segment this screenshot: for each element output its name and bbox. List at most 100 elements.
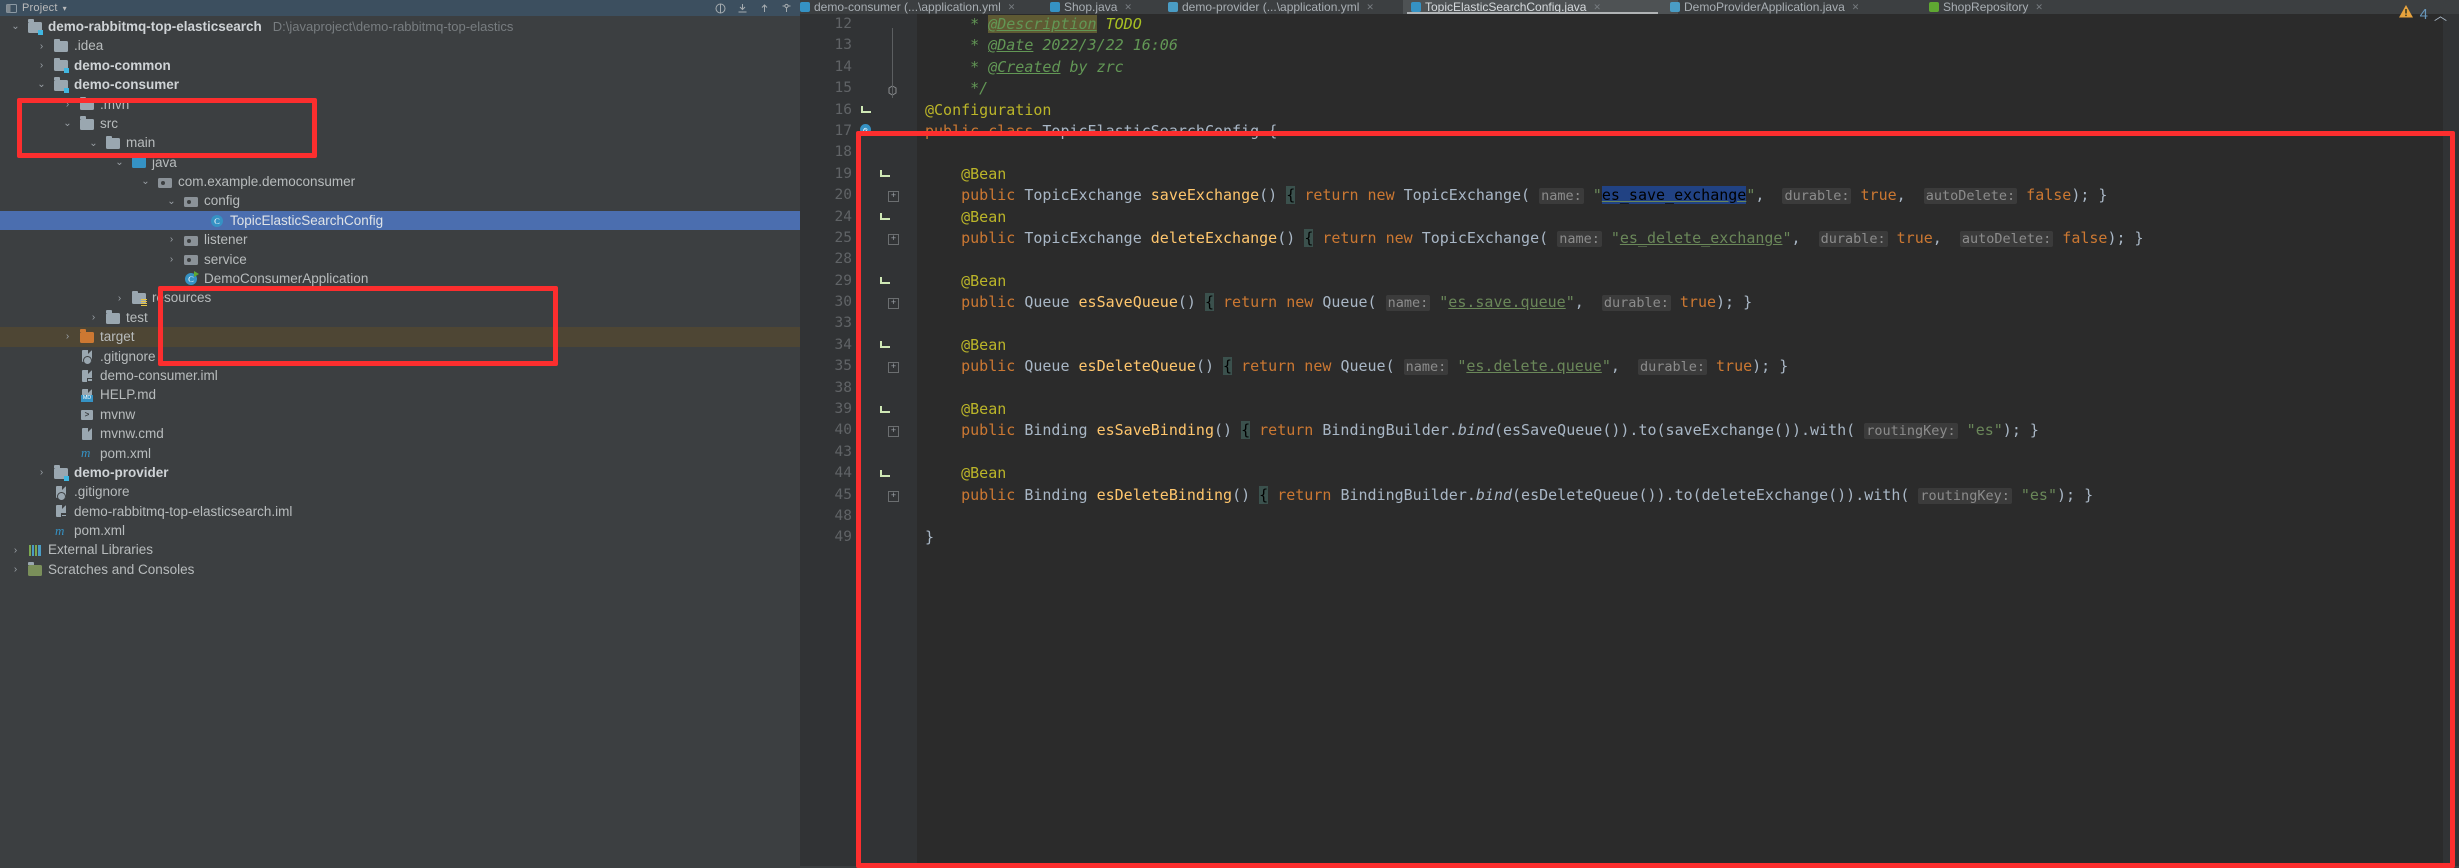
gutter-icons[interactable] [858,337,893,353]
tree-item--gitignore[interactable]: ›.gitignore [0,347,800,366]
code-line[interactable] [917,442,2459,463]
editor-tab-0[interactable]: demo-consumer (...\application.yml ✕ [800,0,1058,14]
gutter-row[interactable]: 28 [800,249,917,270]
tree-item-main[interactable]: ⌄ main [0,133,800,152]
tree-item-demo-provider[interactable]: › demo-provider [0,463,800,482]
code-line[interactable]: @Bean [917,399,2459,420]
project-tree[interactable]: ⌄ demo-rabbitmq-top-elasticsearch D:\javap… [0,17,800,579]
editor-tab-bar[interactable]: demo-consumer (...\application.yml ✕ Shop.… [800,0,2459,14]
collapse-all-icon[interactable] [715,3,726,14]
gutter-row[interactable]: 25 + [800,228,917,249]
chevron-right-icon[interactable]: › [10,564,21,575]
close-icon[interactable]: ✕ [1593,2,1601,13]
chevron-down-icon[interactable]: ⌄ [166,196,177,207]
error-stripe[interactable] [2443,14,2459,866]
editor-tab-2[interactable]: demo-provider (...\application.yml ✕ [1160,0,1419,14]
code-line[interactable]: * @Description TODO [917,14,2459,35]
tree-item-resources[interactable]: › resources [0,288,800,307]
code-line[interactable]: } [917,527,2459,548]
tree-item-service[interactable]: › service [0,250,800,269]
spring-bean-navigate-icon[interactable] [858,209,874,225]
tree-item-pom-xml[interactable]: ›mpom.xml [0,521,800,540]
chevron-down-icon[interactable]: ⌄ [114,157,125,168]
code-content[interactable]: * @Description TODO * @Date 2022/3/22 16… [917,14,2459,866]
gutter-row[interactable]: 29 [800,271,917,292]
gutter-row[interactable]: 35 + [800,356,917,377]
tree-item-democonsumerapplication[interactable]: ›CDemoConsumerApplication [0,269,800,288]
spring-bean-navigate-icon[interactable] [858,337,874,353]
gutter-row[interactable]: 14 [800,57,917,78]
gutter-row[interactable]: 30 + [800,292,917,313]
code-line[interactable]: public Queue esDeleteQueue() { return ne… [917,356,2459,377]
gutter-row[interactable]: 18 [800,142,917,163]
code-line[interactable]: */ [917,78,2459,99]
tree-item--gitignore[interactable]: ›.gitignore [0,482,800,502]
chevron-down-icon[interactable]: ⌄ [36,79,47,90]
gutter-row[interactable]: 34 [800,335,917,356]
code-line[interactable]: @Bean [917,271,2459,292]
gutter-row[interactable]: 24 [800,207,917,228]
code-line[interactable]: public TopicExchange deleteExchange() { … [917,228,2459,249]
tree-item-help-md[interactable]: ›MDHELP.md [0,385,800,404]
tree-item-src[interactable]: ⌄ src [0,114,800,133]
close-icon[interactable]: ✕ [1008,2,1016,13]
chevron-right-icon[interactable]: › [36,60,47,71]
gutter-row[interactable]: 13 [800,35,917,56]
code-line[interactable]: * @Created by zrc [917,57,2459,78]
export-icon[interactable] [737,3,748,14]
code-line[interactable]: @Bean [917,335,2459,356]
code-fold-icon[interactable]: + [888,233,899,245]
gutter-row[interactable]: 44 [800,463,917,484]
code-line[interactable]: @Bean [917,164,2459,185]
spring-bean-gutter-icon[interactable] [877,466,893,482]
tree-item-target[interactable]: › target [0,327,800,347]
code-line[interactable]: @Bean [917,463,2459,484]
chevron-right-icon[interactable]: › [10,545,21,556]
close-icon[interactable]: ✕ [1124,2,1132,13]
code-line[interactable]: * @Date 2022/3/22 16:06 [917,35,2459,56]
inspection-widget[interactable]: 4 ︿ [2297,0,2459,28]
tree-item-scratches-and-consoles[interactable]: › Scratches and Consoles [0,560,800,579]
tree-item-external-libraries[interactable]: › External Libraries [0,541,800,560]
gutter-row[interactable]: 43 [800,442,917,463]
chevron-right-icon[interactable]: › [166,234,177,245]
tree-item-mvnw-cmd[interactable]: ›mvnw.cmd [0,424,800,443]
tree-item-config[interactable]: ⌄ config [0,192,800,211]
code-line[interactable] [917,378,2459,399]
chevron-right-icon[interactable]: › [62,331,73,342]
spring-bean-navigate-icon[interactable] [858,466,874,482]
spring-bean-gutter-icon[interactable] [877,337,893,353]
close-icon[interactable]: ✕ [1366,2,1374,13]
chevron-up-icon[interactable]: ︿ [2434,5,2447,24]
gutter-icons[interactable] [858,123,874,139]
gutter-row[interactable]: 48 [800,506,917,527]
code-line[interactable] [917,249,2459,270]
tree-item-demo-rabbitmq-top-elasticsearch[interactable]: ⌄ demo-rabbitmq-top-elasticsearch D:\javap… [0,17,800,36]
code-fold-icon[interactable]: + [888,298,899,310]
editor-tab-1[interactable]: Shop.java ✕ [1042,0,1176,14]
code-fold-icon[interactable]: + [888,490,899,502]
gutter-row[interactable]: 12 [800,14,917,35]
gutter-row[interactable]: 39 [800,399,917,420]
gutter-row[interactable]: 49 [800,527,917,548]
tree-item-java[interactable]: ⌄ java [0,153,800,172]
gutter-row[interactable]: 45 + [800,485,917,506]
gutter-icons[interactable] [858,166,893,182]
gutter-icons[interactable] [858,209,893,225]
chevron-right-icon[interactable]: › [88,312,99,323]
spring-bean-gutter-icon[interactable] [877,166,893,182]
code-line[interactable]: public Queue esSaveQueue() { return new … [917,292,2459,313]
code-line[interactable]: public TopicExchange saveExchange() { re… [917,185,2459,206]
code-line[interactable]: public Binding esSaveBinding() { return … [917,420,2459,441]
gutter-row[interactable]: 16 [800,100,917,121]
editor-gutter[interactable]: 12 13 14 15 16 17 18 19 20 +24 25 +28 29 30 +33 34 35 +38… [800,14,917,866]
code-line[interactable]: @Bean [917,207,2459,228]
sort-icon[interactable] [759,3,770,14]
gutter-icons[interactable] [858,402,893,418]
spring-bean-navigate-icon[interactable] [858,273,874,289]
tree-item-demo-rabbitmq-top-elasticsearch-iml[interactable]: ›demo-rabbitmq-top-elasticsearch.iml [0,502,800,521]
gutter-row[interactable]: 40 + [800,420,917,441]
spring-bean-navigate-icon[interactable] [858,402,874,418]
chevron-right-icon[interactable]: › [166,254,177,265]
close-icon[interactable]: ✕ [1852,2,1860,13]
